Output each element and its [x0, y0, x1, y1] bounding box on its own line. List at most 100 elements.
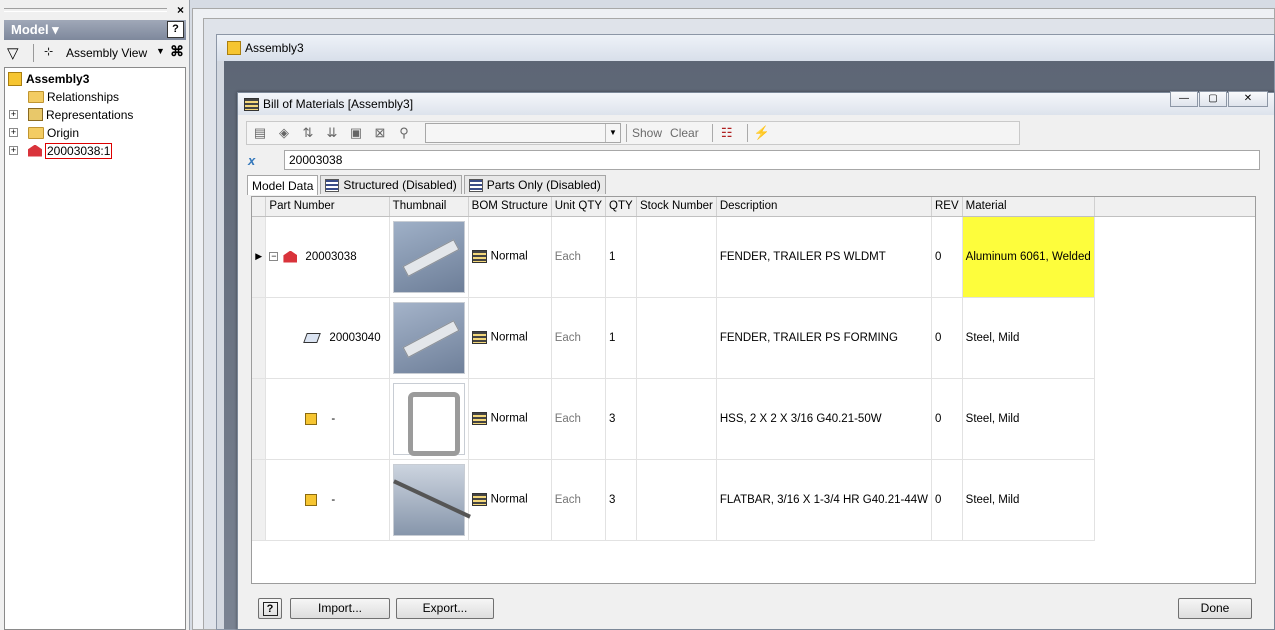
unit-qty-cell[interactable]: Each	[551, 459, 607, 541]
table-row[interactable]: 20003040 Normal Each 1 FENDER, TRAILER P…	[252, 297, 1255, 379]
tree-item-assembly[interactable]: Assembly3	[8, 70, 89, 87]
help-button[interactable]: ?	[258, 598, 282, 619]
expand-icon[interactable]: +	[9, 128, 18, 137]
clear-button[interactable]: Clear	[670, 126, 699, 140]
document-titlebar[interactable]: Assembly3	[217, 35, 1274, 61]
qty-cell[interactable]: 3	[605, 378, 637, 460]
row-selector-header[interactable]	[252, 197, 267, 217]
column-header[interactable]: Thumbnail	[389, 197, 469, 217]
rev-cell[interactable]: 0	[931, 459, 963, 541]
tree-item-origin[interactable]: + Origin	[9, 124, 79, 141]
column-header[interactable]: Description	[716, 197, 933, 217]
part-number-cell[interactable]: 20003040	[265, 297, 390, 379]
expand-icon[interactable]: +	[9, 146, 18, 155]
tree-item-representations[interactable]: + Representations	[9, 106, 133, 123]
row-selector[interactable]: ▶	[252, 216, 267, 298]
material-cell[interactable]: Steel, Mild	[962, 459, 1095, 541]
filter-icon[interactable]: ▽	[7, 44, 19, 62]
column-header[interactable]: Material	[962, 197, 1095, 217]
binoculars-icon[interactable]: ⌘	[170, 43, 184, 60]
column-header[interactable]: Stock Number	[636, 197, 717, 217]
formula-input[interactable]: 20003038	[284, 150, 1260, 170]
column-header[interactable]: Part Number	[265, 197, 390, 217]
close-icon[interactable]: ✕	[1228, 91, 1268, 107]
row-selector[interactable]	[252, 459, 267, 541]
assembly-view-dropdown[interactable]: Assembly View	[66, 46, 147, 60]
drag-grip[interactable]	[4, 8, 167, 12]
find-icon[interactable]: ⚲	[395, 124, 413, 142]
tab-parts-only[interactable]: Parts Only (Disabled)	[463, 175, 606, 194]
done-button[interactable]: Done	[1178, 598, 1252, 619]
rev-cell[interactable]: 0	[931, 216, 963, 298]
stock-number-cell[interactable]	[636, 378, 717, 460]
tree-item-weldment[interactable]: + 20003038:1	[9, 142, 113, 159]
bom-icon	[244, 97, 259, 111]
material-cell[interactable]: Steel, Mild	[962, 297, 1095, 379]
material-cell[interactable]: Aluminum 6061, Welded	[962, 216, 1095, 298]
export-button[interactable]: Export...	[396, 598, 494, 619]
table-row[interactable]: - Normal Each 3 FLATBAR, 3/16 X 1-3/4 HR…	[252, 459, 1255, 541]
part-number-cell[interactable]: -	[265, 459, 390, 541]
stock-number-cell[interactable]	[636, 459, 717, 541]
tab-structured[interactable]: Structured (Disabled)	[320, 175, 462, 194]
filter-combo[interactable]: ▼	[425, 123, 621, 143]
part-number-cell[interactable]: − 20003038	[265, 216, 390, 298]
table-header-row: Part Number Thumbnail BOM Structure Unit…	[252, 197, 1255, 217]
description-cell[interactable]: FENDER, TRAILER PS FORMING	[716, 297, 933, 379]
description-cell[interactable]: FLATBAR, 3/16 X 1-3/4 HR G40.21-44W	[716, 459, 933, 541]
column-header[interactable]: QTY	[605, 197, 637, 217]
panel-close-icon[interactable]: ×	[177, 3, 184, 17]
description-cell[interactable]: HSS, 2 X 2 X 3/16 G40.21-50W	[716, 378, 933, 460]
renumber-icon[interactable]: ⇊	[323, 124, 341, 142]
formula-icon[interactable]: x	[248, 153, 272, 168]
part-number-cell[interactable]: -	[265, 378, 390, 460]
unit-qty-cell[interactable]: Each	[551, 378, 607, 460]
model-panel-title[interactable]: Model ▾	[11, 22, 59, 37]
rev-cell[interactable]: 0	[931, 378, 963, 460]
minimize-icon[interactable]: —	[1170, 91, 1198, 107]
bom-view-icon[interactable]: ▤	[251, 124, 269, 142]
panel-grip-strip[interactable]: ×	[0, 0, 189, 20]
tree-item-relationships[interactable]: Relationships	[28, 88, 119, 105]
column-header[interactable]: REV	[931, 197, 963, 217]
representations-icon	[28, 108, 43, 121]
unit-qty-cell[interactable]: Each	[551, 216, 607, 298]
table-row[interactable]: - Normal Each 3 HSS, 2 X 2 X 3/16 G40.21…	[252, 378, 1255, 460]
row-selector[interactable]	[252, 297, 267, 379]
import-button[interactable]: Import...	[290, 598, 390, 619]
column-header[interactable]: BOM Structure	[468, 197, 552, 217]
bom-structure-cell[interactable]: Normal	[468, 297, 552, 379]
sort-icon[interactable]: ⇅	[299, 124, 317, 142]
compare-icon[interactable]: ⊠	[371, 124, 389, 142]
unit-qty-cell[interactable]: Each	[551, 297, 607, 379]
stock-number-cell[interactable]	[636, 216, 717, 298]
stock-number-cell[interactable]	[636, 297, 717, 379]
chevron-down-icon[interactable]: ▼	[605, 124, 620, 142]
qty-cell[interactable]: 1	[605, 297, 637, 379]
show-button[interactable]: Show	[632, 126, 662, 140]
material-cell[interactable]: Steel, Mild	[962, 378, 1095, 460]
bom-structure-text: Normal	[490, 412, 528, 425]
expand-icon[interactable]: +	[9, 110, 18, 119]
eraser-icon[interactable]: ◈	[275, 124, 293, 142]
chevron-down-icon[interactable]: ▼	[156, 46, 165, 56]
table-row[interactable]: ▶ − 20003038 Normal Each 1 FENDER, TRAIL…	[252, 216, 1255, 298]
qty-cell[interactable]: 3	[605, 459, 637, 541]
bom-titlebar[interactable]: Bill of Materials [Assembly3] — ▢ ✕	[238, 91, 1274, 115]
bom-structure-cell[interactable]: Normal	[468, 459, 552, 541]
tab-model-data[interactable]: Model Data	[247, 175, 319, 195]
rev-cell[interactable]: 0	[931, 297, 963, 379]
description-cell[interactable]: FENDER, TRAILER PS WLDMT	[716, 216, 933, 298]
bom-structure-cell[interactable]: Normal	[468, 216, 552, 298]
collapse-icon[interactable]: −	[269, 252, 279, 261]
column-header[interactable]: Unit QTY	[551, 197, 607, 217]
column-chooser-icon[interactable]: ☷	[718, 124, 736, 142]
help-icon[interactable]: ?	[167, 21, 184, 38]
maximize-icon[interactable]: ▢	[1199, 91, 1227, 107]
bom-structure-cell[interactable]: Normal	[468, 378, 552, 460]
row-selector[interactable]	[252, 378, 267, 460]
qty-cell[interactable]: 1	[605, 216, 637, 298]
model-panel-header[interactable]: Model ▾ ?	[4, 20, 186, 40]
custom-parts-icon[interactable]: ⚡	[753, 124, 771, 142]
note-icon[interactable]: ▣	[347, 124, 365, 142]
